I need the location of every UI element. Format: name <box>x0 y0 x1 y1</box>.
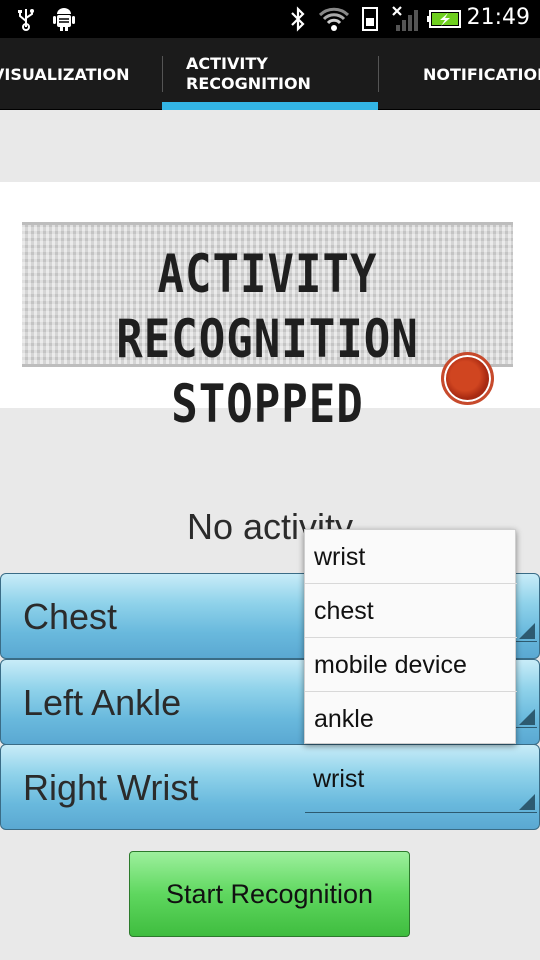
tab-notification-label: NOTIFICATION <box>423 64 540 84</box>
no-signal-icon <box>390 6 422 32</box>
sensor-row-right-wrist: Right Wrist wrist <box>0 744 540 830</box>
dropdown-option-wrist[interactable]: wrist <box>305 530 517 584</box>
spinner-arrow-icon <box>519 709 535 725</box>
stamp-text: ACTIVITY RECOGNITION STOPPED <box>22 243 513 437</box>
sensor-row-label: Chest <box>23 596 118 637</box>
tab-activity-recognition[interactable]: ACTIVITY RECOGNITION <box>186 38 311 110</box>
spinner-value: wrist <box>313 765 365 793</box>
stamp-image: ACTIVITY RECOGNITION STOPPED <box>22 222 513 435</box>
usb-icon <box>14 6 38 32</box>
tab-visualization[interactable]: VISUALIZATION <box>0 38 130 110</box>
tab-visualization-label: VISUALIZATION <box>0 64 130 84</box>
dropdown-option-chest[interactable]: chest <box>305 584 517 638</box>
tab-notification[interactable]: NOTIFICATION <box>423 38 540 110</box>
bluetooth-icon <box>288 6 308 32</box>
start-recognition-button[interactable]: Start Recognition <box>129 851 410 937</box>
red-seal-icon <box>441 352 494 405</box>
start-recognition-label: Start Recognition <box>165 878 374 909</box>
spinner-dropdown: wrist chest mobile device ankle <box>304 529 517 746</box>
tab-activity-recognition-label-line1: ACTIVITY <box>186 54 268 73</box>
dropdown-option-label: ankle <box>314 705 374 733</box>
sd-card-icon <box>358 6 382 32</box>
tab-divider <box>162 56 163 92</box>
stamp-line-1: ACTIVITY RECOGNITION <box>116 244 419 371</box>
status-bar: 21:49 <box>0 0 540 38</box>
selected-tab-indicator <box>162 102 378 110</box>
dropdown-option-label: wrist <box>314 543 366 571</box>
android-debug-icon <box>50 6 78 32</box>
battery-charging-icon <box>426 6 462 32</box>
dropdown-option-label: mobile device <box>314 651 467 679</box>
tab-activity-recognition-label-line2: RECOGNITION <box>186 74 311 93</box>
stamp-line-2: STOPPED <box>171 373 364 435</box>
sensor-row-label: Right Wrist <box>23 767 199 808</box>
spinner-arrow-icon <box>519 623 535 639</box>
dropdown-option-label: chest <box>314 597 374 625</box>
tab-bar: VISUALIZATION ACTIVITY RECOGNITION NOTIF… <box>0 38 540 110</box>
sensor-row-label: Left Ankle <box>23 682 182 723</box>
tab-divider <box>378 56 379 92</box>
dropdown-option-ankle[interactable]: ankle <box>305 692 517 746</box>
wifi-icon <box>318 6 350 32</box>
dropdown-option-mobile-device[interactable]: mobile device <box>305 638 517 692</box>
clock: 21:49 <box>466 5 530 30</box>
spinner-arrow-icon <box>519 794 535 810</box>
status-banner: ACTIVITY RECOGNITION STOPPED <box>0 182 540 435</box>
sensor-position-spinner[interactable]: wrist <box>305 745 537 813</box>
